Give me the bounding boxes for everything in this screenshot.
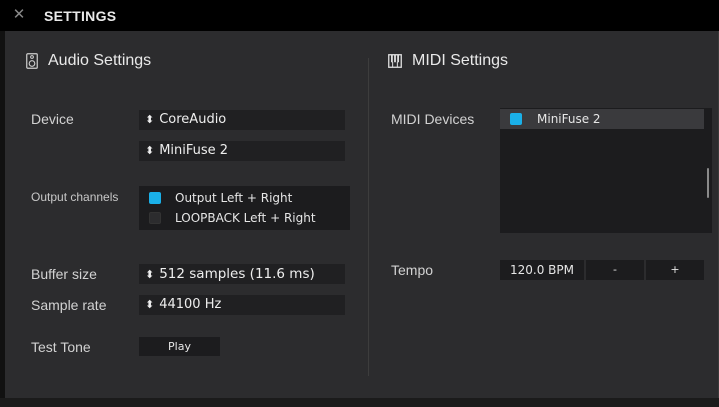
close-icon[interactable]: ✕: [10, 6, 28, 24]
midi-settings-header: MIDI Settings: [388, 52, 508, 70]
output-channels-list: Output Left + Right LOOPBACK Left + Righ…: [139, 186, 350, 230]
device-interface-select[interactable]: ⬍ MiniFuse 2: [139, 141, 345, 161]
channel-checkbox-unchecked[interactable]: [149, 212, 161, 224]
channel-checkbox-checked[interactable]: [149, 192, 161, 204]
output-channel-label: Output Left + Right: [175, 191, 293, 205]
device-driver-value: CoreAudio: [159, 112, 227, 127]
tempo-decrement-button[interactable]: -: [586, 260, 644, 280]
output-channel-label: LOOPBACK Left + Right: [175, 211, 316, 225]
sample-rate-select[interactable]: ⬍ 44100 Hz: [139, 295, 345, 315]
updown-arrow-icon: ⬍: [145, 144, 155, 157]
midi-settings-title: MIDI Settings: [412, 52, 509, 69]
audio-settings-title: Audio Settings: [48, 52, 152, 69]
piano-keys-icon: [388, 54, 402, 68]
window-title: SETTINGS: [44, 8, 117, 24]
test-tone-label: Test Tone: [31, 339, 91, 355]
tempo-increment-button[interactable]: +: [646, 260, 704, 280]
sample-rate-value: 44100 Hz: [159, 297, 222, 312]
output-channels-label: Output channels: [31, 190, 119, 204]
buffer-size-select[interactable]: ⬍ 512 samples (11.6 ms): [139, 264, 345, 284]
updown-arrow-icon: ⬍: [145, 113, 155, 126]
midi-devices-scrollbar[interactable]: [707, 168, 709, 198]
midi-device-item[interactable]: MiniFuse 2: [500, 109, 704, 129]
output-channel-item[interactable]: Output Left + Right: [139, 188, 350, 208]
tempo-value-field[interactable]: 120.0 BPM: [500, 260, 584, 280]
buffer-size-label: Buffer size: [31, 266, 97, 282]
midi-devices-label: MIDI Devices: [391, 111, 475, 127]
output-channel-item[interactable]: LOOPBACK Left + Right: [139, 208, 350, 228]
updown-arrow-icon: ⬍: [145, 268, 155, 281]
updown-arrow-icon: ⬍: [145, 298, 155, 311]
panel-bottom-strip: [0, 398, 719, 407]
audio-settings-header: Audio Settings: [26, 52, 151, 70]
tempo-label: Tempo: [391, 262, 434, 278]
speaker-icon: [26, 53, 38, 69]
buffer-size-value: 512 samples (11.6 ms): [159, 266, 315, 282]
section-divider: [368, 58, 369, 376]
sample-rate-label: Sample rate: [31, 297, 107, 313]
midi-devices-list[interactable]: MiniFuse 2: [500, 108, 712, 233]
device-interface-value: MiniFuse 2: [159, 143, 229, 158]
play-button[interactable]: Play: [139, 337, 220, 356]
device-label: Device: [31, 111, 74, 127]
midi-device-checkbox-checked[interactable]: [510, 113, 522, 125]
midi-device-label: MiniFuse 2: [537, 112, 601, 126]
device-driver-select[interactable]: ⬍ CoreAudio: [139, 110, 345, 130]
title-bar: ✕ SETTINGS: [0, 0, 719, 31]
